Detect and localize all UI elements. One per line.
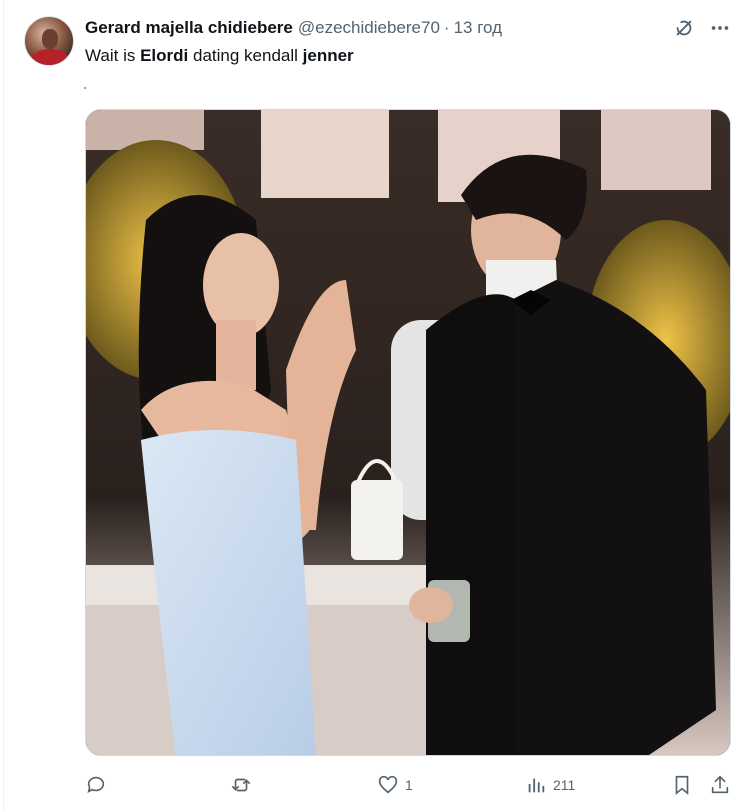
tweet[interactable]: Gerard majella chidiebere @ezechidiebere… — [0, 0, 751, 811]
share-button[interactable] — [709, 770, 731, 800]
hashtag-elordi: Elordi — [140, 46, 189, 65]
like-count: 1 — [405, 777, 413, 793]
like-button[interactable]: 1 — [377, 770, 413, 800]
tweet-photo[interactable] — [85, 109, 731, 756]
tweet-header: Gerard majella chidiebere @ezechidiebere… — [85, 17, 731, 39]
header-separator: · — [443, 18, 450, 37]
tweet-time[interactable]: 13 год — [454, 18, 502, 38]
text-artifact — [84, 87, 86, 89]
bookmark-icon — [675, 775, 689, 796]
avatar-shirt — [31, 49, 69, 65]
views-button[interactable]: 211 — [525, 770, 575, 800]
tweet-text: Wait is Elordi dating kendall jenner — [85, 45, 354, 67]
tweet-text-part2: dating kendall — [188, 46, 303, 65]
more-icon[interactable] — [709, 17, 731, 39]
retweet-button[interactable] — [230, 770, 258, 800]
views-count: 211 — [553, 777, 576, 793]
heart-icon — [378, 775, 398, 794]
share-icon — [711, 775, 729, 794]
header-actions — [673, 17, 731, 39]
avatar-face — [42, 29, 58, 49]
reply-icon — [87, 776, 105, 793]
views-icon — [528, 778, 545, 793]
reply-button[interactable] — [85, 770, 113, 800]
tweet-actions: 1 211 — [85, 770, 735, 800]
author-handle[interactable]: @ezechidiebere70 — [298, 18, 440, 38]
bookmark-button[interactable] — [671, 770, 693, 800]
retweet-icon — [231, 778, 251, 792]
author-display-name[interactable]: Gerard majella chidiebere — [85, 18, 293, 38]
grok-icon[interactable] — [673, 17, 695, 39]
timeline-border — [3, 0, 4, 811]
tweet-text-part1: Wait is — [85, 46, 141, 65]
hashtag-jenner: jenner — [302, 46, 354, 65]
photo-illustration — [86, 110, 730, 755]
avatar[interactable] — [24, 16, 74, 66]
